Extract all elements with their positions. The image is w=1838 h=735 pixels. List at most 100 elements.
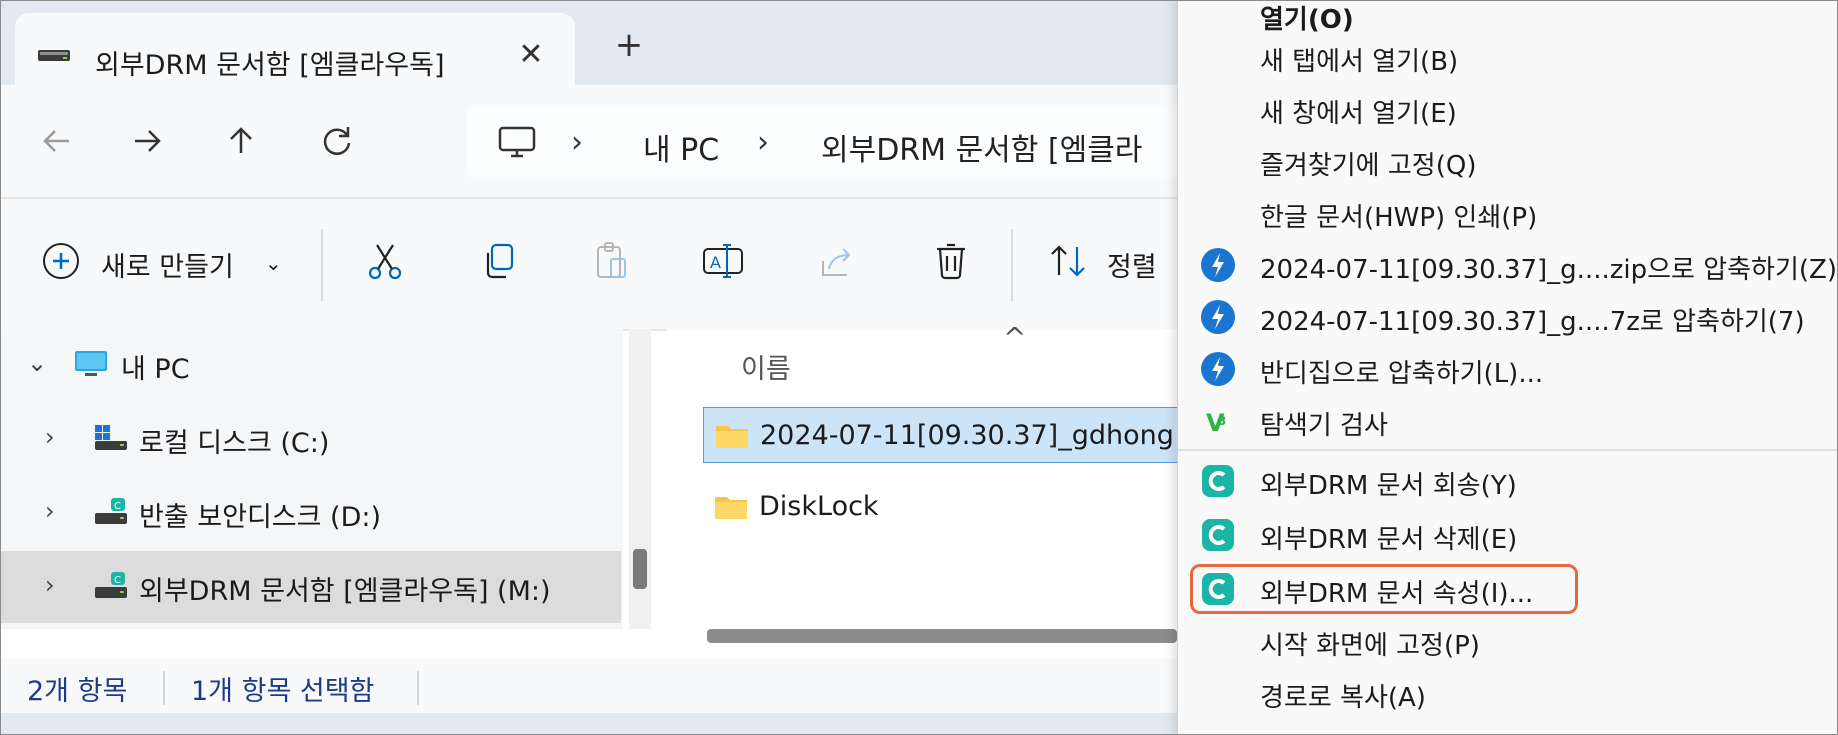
tree-item-label: 내 PC (121, 354, 190, 385)
folder-icon (715, 497, 747, 519)
menu-item-label: 2024-07-11[09.30.37]_g....zip으로 압축하기(Z) (1260, 255, 1837, 285)
expand-icon[interactable]: › (45, 571, 55, 599)
tab-title: 외부DRM 문서함 [엠클라우독] (95, 50, 445, 81)
tree-item-label: 반출 보안디스크 (D:) (139, 502, 381, 533)
menu-item-label: 외부DRM 문서 삭제(E) (1260, 525, 1518, 555)
scrollbar-thumb[interactable] (633, 549, 647, 589)
bandizip-icon (1201, 248, 1235, 282)
tree-item-label: 로컬 디스크 (C:) (139, 428, 330, 459)
menu-item-7z[interactable]: 2024-07-11[09.30.37]_g....7z로 압축하기(7) (1178, 291, 1837, 343)
breadcrumb-separator[interactable]: › (757, 125, 769, 160)
v3-antivirus-icon: V3 (1206, 409, 1226, 437)
cut-button[interactable] (363, 239, 407, 289)
breadcrumb-separator[interactable]: › (571, 125, 583, 160)
horizontal-scrollbar[interactable] (707, 629, 1177, 643)
plus-circle-icon (43, 243, 79, 279)
menu-item-scan[interactable]: V3 탐색기 검사 (1178, 395, 1837, 447)
secure-drive-icon: C (95, 572, 127, 598)
context-menu: 열기(O) 새 탭에서 열기(B) 새 창에서 열기(E) 즐겨찾기에 고정(Q… (1177, 1, 1837, 734)
refresh-icon (323, 127, 351, 155)
menu-item-copy-path[interactable]: 경로로 복사(A) (1178, 667, 1837, 719)
tree-item-label: 외부DRM 문서함 [엠클라우독] (M:) (139, 576, 551, 607)
chevron-down-icon: ⌄ (265, 251, 282, 275)
toolbar-divider (321, 229, 323, 301)
paste-button[interactable] (589, 239, 633, 289)
expand-icon[interactable]: › (45, 497, 55, 525)
arrow-left-icon (43, 130, 69, 152)
menu-item-label: 새 탭에서 열기(B) (1260, 47, 1459, 77)
menu-item-label: 2024-07-11[09.30.37]_g....7z로 압축하기(7) (1260, 307, 1805, 337)
trash-icon (937, 243, 965, 280)
scissors-icon (368, 244, 402, 280)
breadcrumb-my-pc[interactable]: 내 PC (643, 125, 719, 169)
expand-icon[interactable]: › (45, 423, 55, 451)
new-button[interactable]: 새로 만들기 ⌄ (39, 239, 289, 289)
folder-icon (716, 426, 748, 448)
menu-item-drm-return[interactable]: 외부DRM 문서 회송(Y) (1178, 455, 1837, 507)
menu-separator (1178, 449, 1837, 451)
menu-item-label: 경로로 복사(A) (1260, 683, 1426, 713)
svg-text:A: A (710, 253, 721, 272)
back-button[interactable] (29, 113, 85, 169)
file-name: 2024-07-11[09.30.37]_gdhong (760, 420, 1174, 451)
file-row-selected[interactable]: 2024-07-11[09.30.37]_gdhong (703, 407, 1183, 463)
share-icon (822, 248, 851, 276)
tree-item-drm-folder-m[interactable]: › C 외부DRM 문서함 [엠클라우독] (M:) (1, 551, 621, 623)
tree-item-secure-disk-d[interactable]: › C 반출 보안디스크 (D:) (1, 477, 621, 549)
delete-button[interactable] (929, 239, 973, 289)
breadcrumb-drm-folder[interactable]: 외부DRM 문서함 [엠클라 (821, 125, 1142, 169)
svg-text:3: 3 (1218, 414, 1226, 428)
item-count: 2개 항목 (27, 676, 128, 707)
svg-text:C: C (114, 575, 121, 586)
menu-item-label: 즐겨찾기에 고정(Q) (1260, 151, 1477, 181)
tree-scrollbar[interactable] (629, 329, 651, 629)
sort-icon (1051, 245, 1085, 277)
rename-button[interactable]: A (701, 239, 745, 289)
menu-item-bandizip[interactable]: 반디집으로 압축하기(L)... (1178, 343, 1837, 395)
menu-item-open-new-tab[interactable]: 새 탭에서 열기(B) (1178, 31, 1837, 83)
drive-icon (38, 50, 70, 61)
new-button-label: 새로 만들기 (101, 252, 234, 283)
forward-button[interactable] (119, 113, 175, 169)
navigation-pane: ⌄ 내 PC › 로컬 디스크 (C:) › C 반출 보안디스크 (D:) › (1, 329, 623, 629)
svg-text:C: C (114, 501, 121, 512)
status-divider (417, 671, 419, 705)
menu-item-label: 새 창에서 열기(E) (1260, 99, 1457, 129)
copy-button[interactable] (477, 239, 521, 289)
up-button[interactable] (213, 113, 269, 169)
menu-item-pin-start[interactable]: 시작 화면에 고정(P) (1178, 615, 1837, 667)
menu-item-open-new-window[interactable]: 새 창에서 열기(E) (1178, 83, 1837, 135)
menu-item-label: 시작 화면에 고정(P) (1260, 631, 1480, 661)
bandizip-icon (1201, 352, 1235, 386)
rename-icon: A (703, 244, 743, 278)
status-divider (163, 671, 165, 705)
explorer-window: 외부DRM 문서함 [엠클라우독] ✕ + › 내 PC › 외부DRM 문서함… (0, 0, 1838, 735)
new-tab-button[interactable]: + (607, 23, 651, 67)
selected-count: 1개 항목 선택함 (191, 676, 375, 707)
column-header-name[interactable]: 이름 (741, 347, 791, 386)
clipboard-icon (597, 242, 626, 278)
menu-item-label: 외부DRM 문서 회송(Y) (1260, 471, 1517, 501)
menu-item-label: 탐색기 검사 (1260, 411, 1388, 441)
file-name: DiskLock (759, 491, 879, 522)
file-row[interactable]: DiskLock (703, 479, 1183, 535)
drm-c-icon (1202, 519, 1234, 551)
copy-icon (486, 243, 514, 279)
menu-item-label: 반디집으로 압축하기(L)... (1260, 359, 1544, 389)
menu-item-pin-favorites[interactable]: 즐겨찾기에 고정(Q) (1178, 135, 1837, 187)
menu-item-print-hwp[interactable]: 한글 문서(HWP) 인쇄(P) (1178, 187, 1837, 239)
tree-item-local-disk-c[interactable]: › 로컬 디스크 (C:) (1, 403, 621, 475)
highlight-box (1190, 564, 1578, 614)
close-tab-icon[interactable]: ✕ (511, 35, 551, 75)
sort-button[interactable]: 정렬 (1047, 239, 1177, 289)
monitor-icon (75, 351, 107, 376)
arrow-up-icon (230, 127, 252, 153)
sort-label: 정렬 (1107, 252, 1157, 283)
share-button[interactable] (815, 239, 859, 289)
refresh-button[interactable] (309, 113, 365, 169)
collapse-icon[interactable]: ⌄ (27, 349, 47, 377)
bandizip-icon (1201, 300, 1235, 334)
menu-item-zip[interactable]: 2024-07-11[09.30.37]_g....zip으로 압축하기(Z) (1178, 239, 1837, 291)
menu-item-drm-delete[interactable]: 외부DRM 문서 삭제(E) (1178, 509, 1837, 561)
tree-item-my-pc[interactable]: ⌄ 내 PC (1, 329, 621, 401)
